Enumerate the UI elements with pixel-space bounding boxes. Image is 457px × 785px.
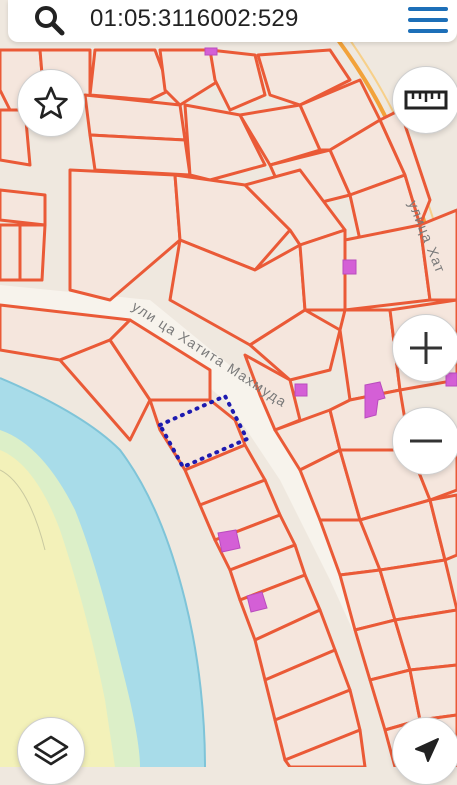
search-bar[interactable]: 01:05:3116002:529 xyxy=(8,0,457,42)
search-input[interactable]: 01:05:3116002:529 xyxy=(90,5,299,33)
favorite-button[interactable] xyxy=(17,69,85,137)
zoom-in-button[interactable] xyxy=(392,314,457,382)
layers-button[interactable] xyxy=(17,717,85,785)
locate-button[interactable] xyxy=(392,717,457,785)
layers-icon xyxy=(33,735,69,766)
ruler-icon xyxy=(404,90,448,110)
menu-icon[interactable] xyxy=(406,6,450,36)
star-icon xyxy=(34,86,68,119)
zoom-out-button[interactable] xyxy=(392,407,457,475)
plus-icon xyxy=(410,332,442,364)
search-icon[interactable] xyxy=(32,3,68,39)
minus-icon xyxy=(410,439,442,443)
ruler-button[interactable] xyxy=(392,66,457,134)
navigation-arrow-icon xyxy=(415,738,439,762)
